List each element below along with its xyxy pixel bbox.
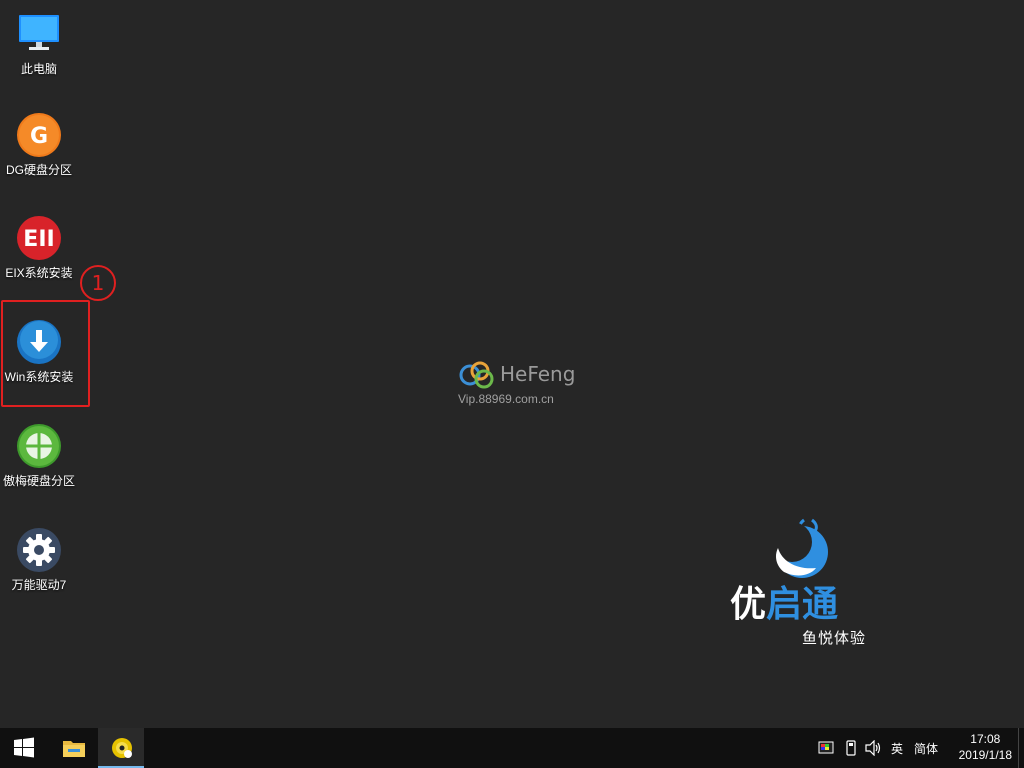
watermark-brand: HeFeng bbox=[500, 362, 576, 386]
desktop-icon-universal-driver[interactable]: 万能驱动7 bbox=[0, 526, 81, 592]
taskbar-file-explorer[interactable] bbox=[50, 728, 98, 768]
desktop-icon-eix-install[interactable]: EII EIX系统安装 bbox=[0, 214, 81, 280]
desktop-icon-label: 此电脑 bbox=[20, 62, 57, 76]
clock[interactable]: 17:08 2019/1/18 bbox=[959, 731, 1012, 763]
language-indicator[interactable]: 英 bbox=[891, 740, 903, 757]
highlight-box bbox=[1, 300, 90, 407]
watermark-url: Vip.88969.com.cn bbox=[458, 392, 554, 406]
windows-start-icon bbox=[14, 737, 34, 758]
color-display-icon[interactable] bbox=[818, 740, 834, 756]
desktop-icon-aomei-partition[interactable]: 傲梅硬盘分区 bbox=[0, 422, 81, 488]
desktop-icon-label: 傲梅硬盘分区 bbox=[2, 474, 75, 488]
show-desktop-button[interactable] bbox=[1018, 728, 1024, 768]
start-button[interactable] bbox=[0, 728, 48, 768]
aomei-partition-icon bbox=[17, 424, 61, 468]
usb-device-icon[interactable] bbox=[845, 740, 857, 756]
file-explorer-icon bbox=[63, 741, 85, 757]
brand-name-part1: 优 bbox=[730, 583, 767, 624]
desktop-icon-label: EIX系统安装 bbox=[5, 266, 73, 280]
brand-name: 优启通 bbox=[730, 584, 838, 624]
svg-text:EII: EII bbox=[23, 227, 54, 252]
disc-tool-icon bbox=[112, 738, 132, 758]
hefeng-logo-icon bbox=[459, 361, 494, 389]
clock-date: 2019/1/18 bbox=[958, 748, 1012, 762]
taskbar-disc-tool[interactable] bbox=[98, 728, 144, 768]
dg-partition-icon: G bbox=[17, 113, 61, 157]
ime-mode-indicator[interactable]: 简体 bbox=[914, 740, 938, 757]
clock-time: 17:08 bbox=[970, 732, 1001, 746]
desktop-icon-label: 万能驱动7 bbox=[11, 578, 67, 592]
eix-install-icon: EII bbox=[17, 216, 61, 260]
taskbar: 英 简体 17:08 2019/1/18 bbox=[0, 728, 1024, 768]
brand-name-part2: 启通 bbox=[766, 583, 839, 624]
svg-text:G: G bbox=[30, 124, 48, 149]
gear-icon bbox=[17, 528, 61, 572]
brand-subtitle: 鱼悦体验 bbox=[802, 630, 867, 647]
computer-icon bbox=[19, 15, 59, 50]
desktop-icon-label: DG硬盘分区 bbox=[5, 163, 72, 177]
desktop-icon-this-pc[interactable]: 此电脑 bbox=[0, 10, 81, 76]
step-number-badge: 1 bbox=[80, 265, 116, 301]
desktop-icon-dg-partition[interactable]: G DG硬盘分区 bbox=[0, 111, 81, 177]
volume-icon[interactable] bbox=[865, 740, 883, 756]
